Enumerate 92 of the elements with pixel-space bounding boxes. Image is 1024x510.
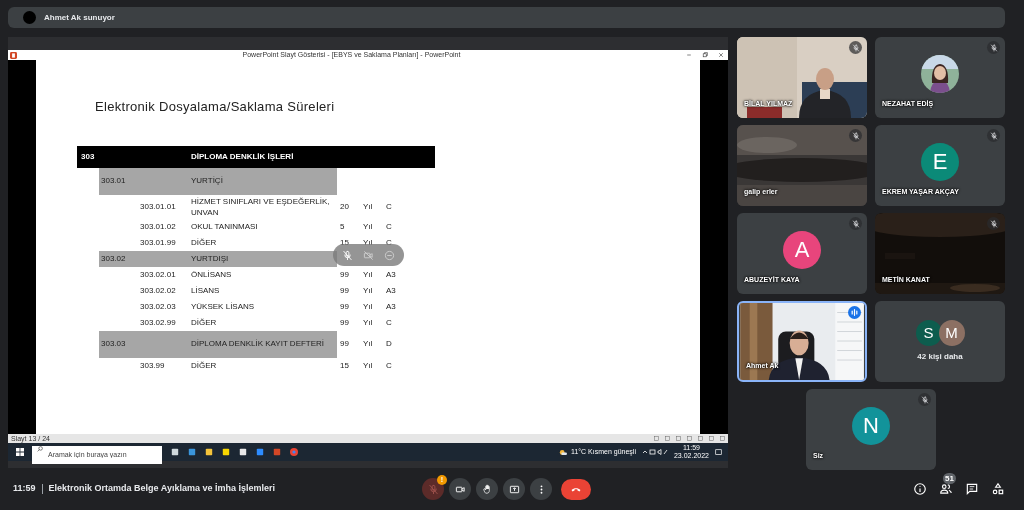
avatar: A (783, 230, 821, 269)
meeting-time: 11:59 (13, 482, 36, 496)
table-cell-text: 15 (340, 236, 350, 249)
table-cell-text: 303.02.99 (140, 316, 177, 329)
table-cell: DİPLOMA DENKLİK İŞLERİ (191, 150, 294, 163)
table-cell-text: DİĞER (191, 317, 218, 328)
table-cell-text: Yıl (363, 284, 374, 297)
notification-icon[interactable] (715, 448, 722, 456)
table-cell-text: Yıl (363, 268, 374, 281)
table-cell-text: 303.01.01 (140, 200, 177, 213)
table-cell-text: C (386, 200, 393, 213)
folder-icon[interactable] (205, 448, 213, 456)
presenter-avatar (23, 11, 36, 24)
sticky-note-icon[interactable] (222, 448, 230, 456)
camera-button[interactable] (449, 478, 471, 500)
people-icon[interactable] (939, 482, 953, 496)
table-cell-text: LİSANS (191, 285, 221, 296)
search-icon (37, 446, 43, 452)
participant-count-badge: 51 (943, 473, 956, 484)
table-cell-text: 5 (340, 220, 346, 233)
present-button[interactable] (503, 478, 525, 500)
table-cell-text: 303.01.02 (140, 220, 177, 233)
table-cell-text: 99 (340, 284, 350, 297)
mic-off-icon (427, 483, 439, 495)
table-cell-text: 303.01.99 (140, 236, 177, 249)
weather-icon (559, 448, 567, 456)
table-cell-text: DİĞER (191, 360, 218, 371)
table-cell-text: 303.02 (100, 252, 127, 265)
slide-title: Elektronik Dosyalama/Saklama Süreleri (95, 98, 336, 116)
hand-icon (481, 483, 493, 495)
info-icon[interactable] (913, 482, 927, 496)
table-cell: YURTİÇİ (191, 175, 223, 187)
store-icon[interactable] (239, 448, 247, 456)
table-cell: DİPLOMA DENKLİK KAYIT DEFTERİ (191, 338, 325, 350)
table-cell-text: DİĞER (191, 237, 218, 248)
table-cell-text: C (386, 220, 393, 233)
table-cell: YURTDIŞI (191, 252, 229, 265)
close-icon[interactable] (718, 52, 724, 58)
table-cell-text: 303.02.01 (140, 268, 177, 281)
audio-level-icon (848, 306, 861, 319)
avatar: E (921, 142, 959, 181)
more-participants-text: 42 kişi daha (917, 351, 963, 363)
present-screen-icon (508, 483, 520, 495)
windows-icon[interactable] (16, 448, 24, 456)
table-cell-text: Yıl (363, 300, 374, 313)
more-options-button[interactable] (530, 478, 552, 500)
table-cell-text: 20 (340, 200, 350, 213)
table-cell-text: 99 (340, 338, 350, 350)
table-cell-text: 303.01 (100, 175, 127, 187)
mail-icon[interactable] (188, 448, 196, 456)
table-cell-text: 99 (340, 316, 350, 329)
table-cell-text: C (386, 316, 393, 329)
table-cell-text: Yıl (363, 200, 374, 213)
table-cell-text: YÜKSEK LİSANS (191, 301, 256, 312)
task-view-icon[interactable] (171, 448, 179, 456)
table-cell-text: 15 (340, 359, 350, 372)
mic-off-icon[interactable] (342, 249, 353, 261)
table-cell-text: 303.02.02 (140, 284, 177, 297)
table-cell-text: HİZMET SINIFLARI VE EŞDEĞERLİK, UNVAN (191, 195, 331, 218)
tray-icons[interactable] (641, 449, 668, 455)
table-cell-text: 99 (340, 300, 350, 313)
leave-call-button[interactable] (561, 478, 591, 500)
chat-icon[interactable] (965, 482, 979, 496)
table-cell-text: OKUL TANINMASI (191, 221, 259, 232)
table-cell-text: C (386, 359, 393, 372)
table-cell-text: 303.03 (100, 338, 127, 350)
meeting-title: Elektronik Ortamda Belge Ayıklama ve İmha İşlemleri (48, 482, 275, 496)
browser-icon[interactable] (290, 448, 298, 456)
table-cell-text: Yıl (363, 338, 374, 350)
table-cell-text: A3 (386, 284, 397, 297)
video-call-icon[interactable] (256, 448, 264, 456)
avatar: M (938, 320, 965, 346)
avatar: S (915, 320, 942, 346)
shapes-icon[interactable] (991, 482, 1005, 496)
raise-hand-button[interactable] (476, 478, 498, 500)
table-cell-text: Yıl (363, 236, 374, 249)
table-cell-text: D (386, 338, 393, 350)
avatar: N (852, 406, 890, 445)
table-cell-text: A3 (386, 300, 397, 313)
table-cell-text: Yıl (363, 359, 374, 372)
table-cell-text: 303.99 (140, 359, 166, 372)
presenter-text: Ahmet Ak sunuyor (44, 11, 115, 24)
table-cell-text: Yıl (363, 220, 374, 233)
restore-icon[interactable] (702, 52, 708, 58)
table-cell-text: A3 (386, 268, 397, 281)
table-cell-text: ÖNLİSANS (191, 269, 233, 280)
table-cell-text: C (386, 236, 393, 249)
table-cell-text: 303 (80, 150, 96, 163)
table-cell-text: 303.02.03 (140, 300, 177, 313)
table-cell-text: 99 (340, 268, 350, 281)
table-cell-text: Yıl (363, 316, 374, 329)
powerpoint-icon[interactable] (273, 448, 281, 456)
